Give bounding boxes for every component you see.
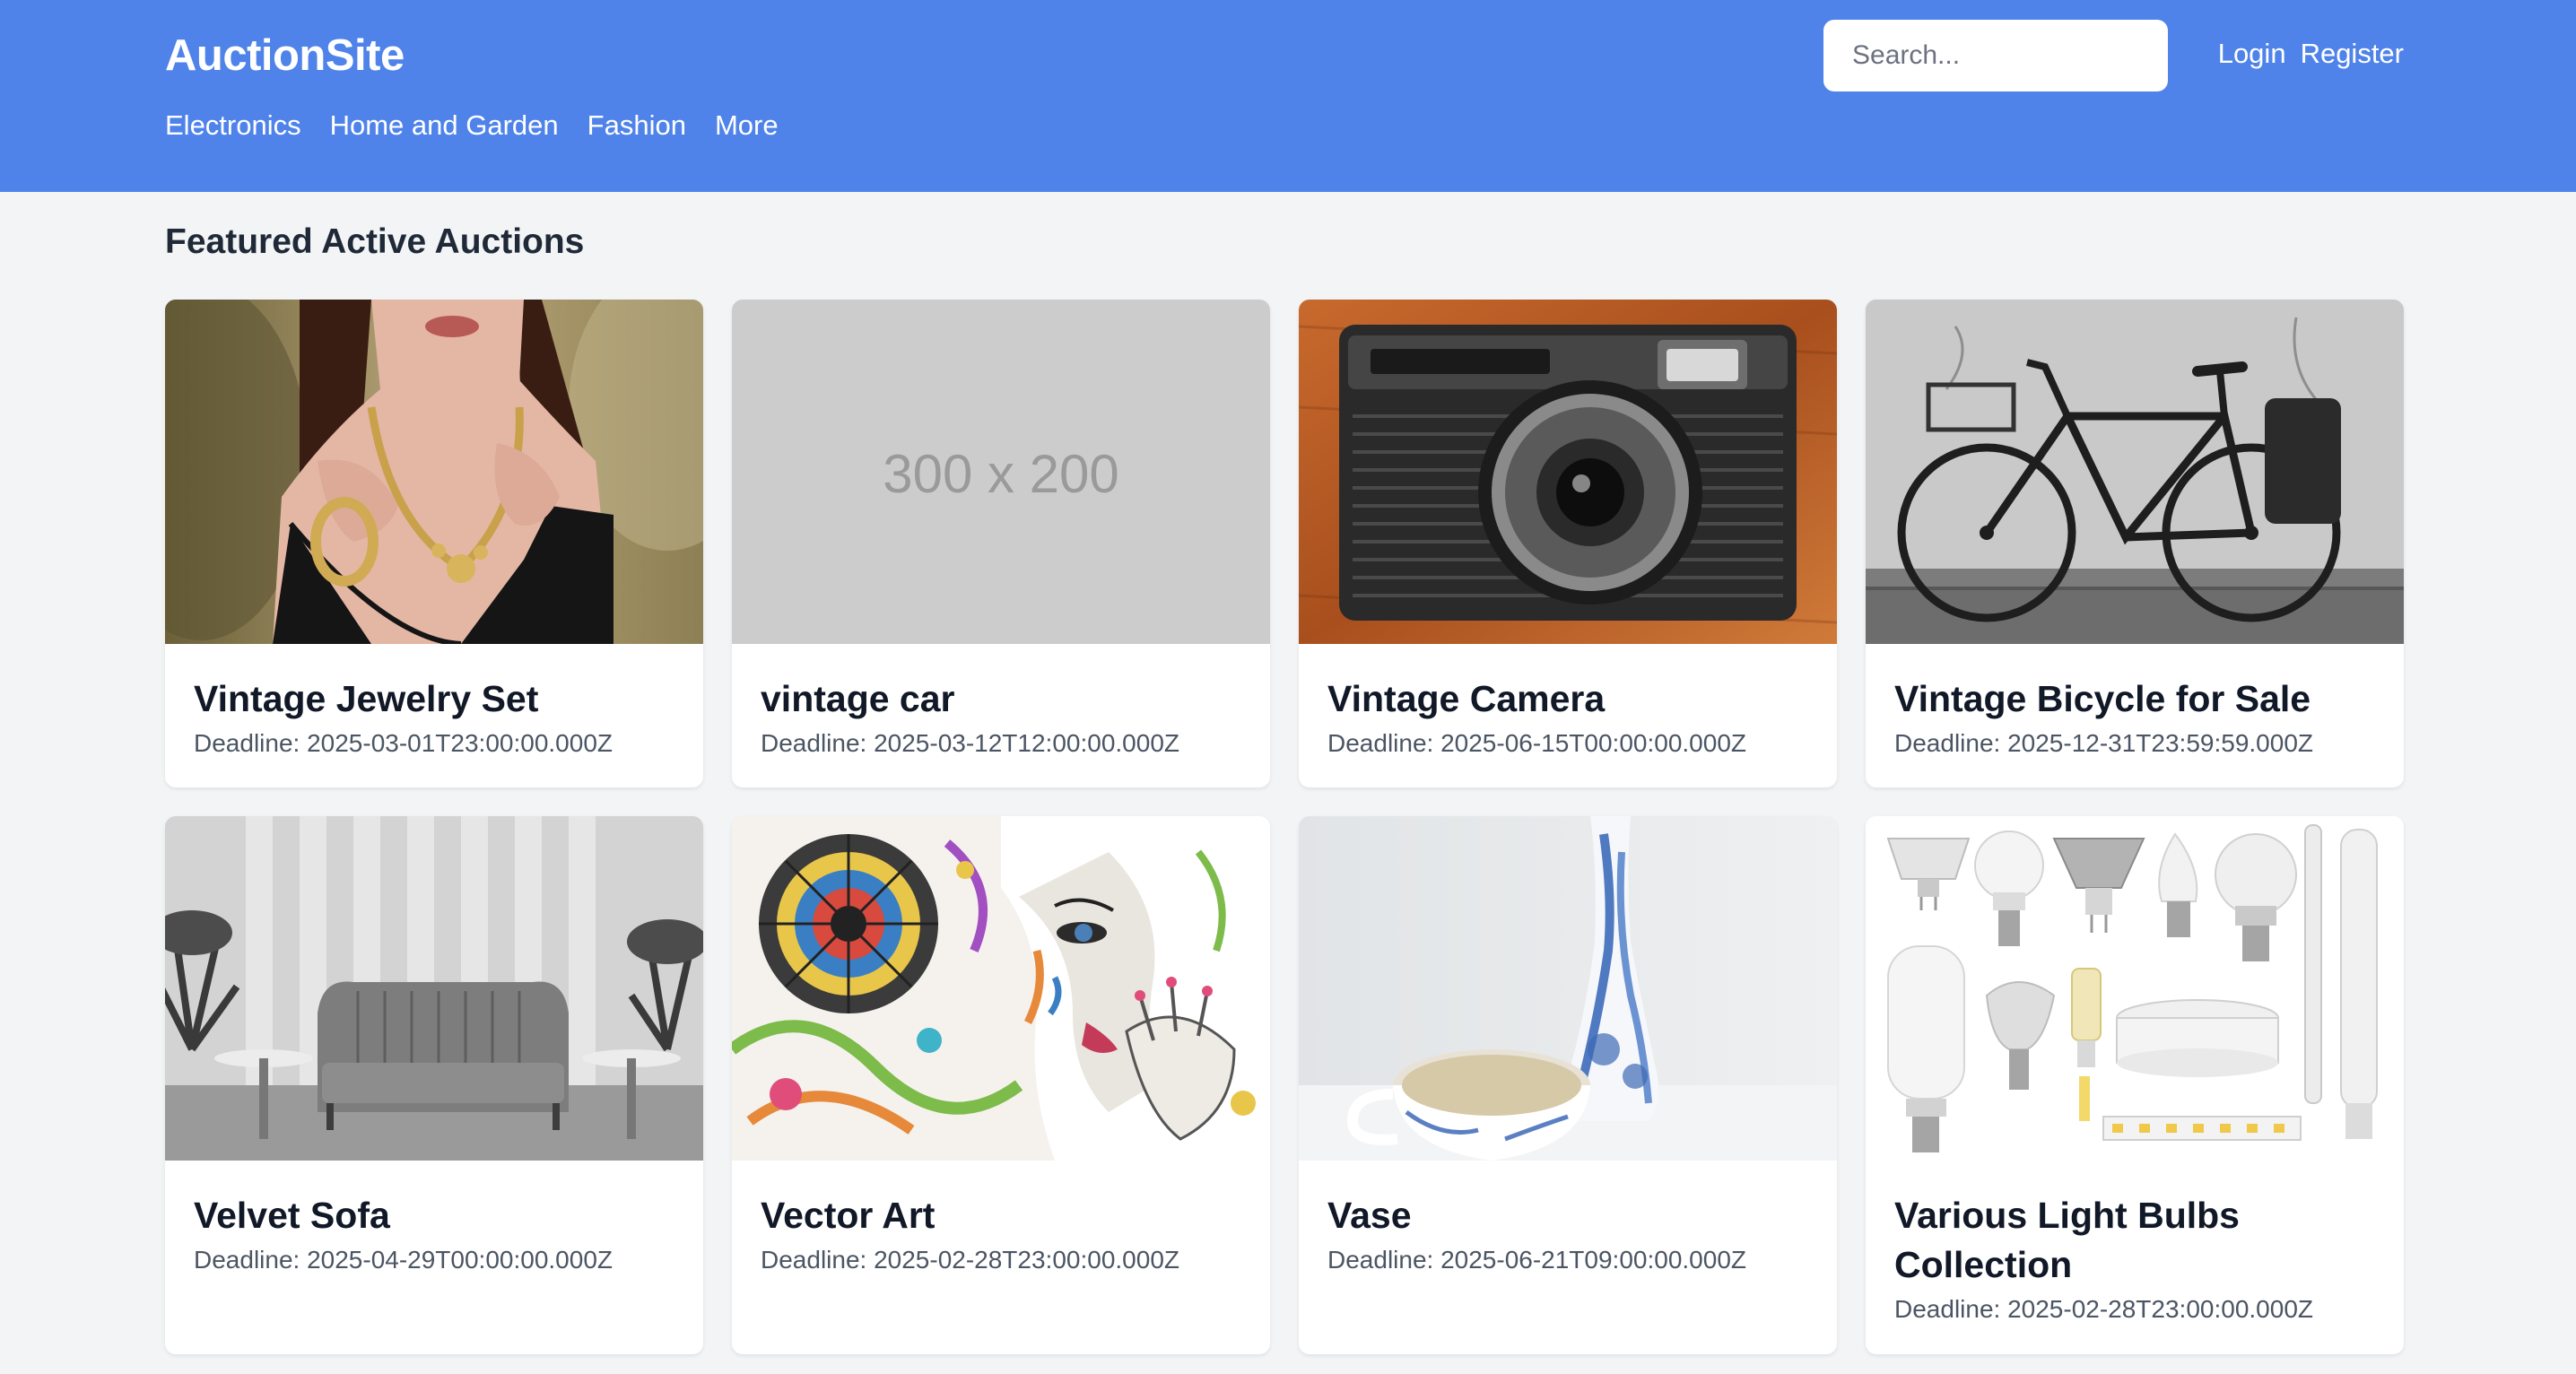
auction-card[interactable]: Vintage Jewelry Set Deadline: 2025-03-01… xyxy=(165,300,703,787)
login-link[interactable]: Login xyxy=(2218,38,2286,70)
placeholder-image: 300 x 200 xyxy=(732,300,1270,644)
site-logo[interactable]: AuctionSite xyxy=(165,30,405,81)
auction-title[interactable]: Various Light Bulbs Collection xyxy=(1894,1191,2375,1290)
auction-title[interactable]: Vector Art xyxy=(761,1191,1241,1240)
auction-card[interactable]: Vintage Bicycle for Sale Deadline: 2025-… xyxy=(1866,300,2404,787)
light-bulbs-photo xyxy=(1866,816,2404,1161)
search-input[interactable] xyxy=(1823,20,2168,91)
auction-title[interactable]: Velvet Sofa xyxy=(194,1191,674,1240)
vase-photo xyxy=(1299,816,1837,1161)
section-title: Featured Active Auctions xyxy=(165,222,585,261)
sofa-photo xyxy=(165,816,703,1161)
auction-title[interactable]: Vintage Jewelry Set xyxy=(194,674,674,724)
auction-grid: Vintage Jewelry Set Deadline: 2025-03-01… xyxy=(165,300,2405,1354)
auction-title[interactable]: Vintage Bicycle for Sale xyxy=(1894,674,2375,724)
camera-photo xyxy=(1299,300,1837,644)
auction-deadline: Deadline: 2025-06-15T00:00:00.000Z xyxy=(1327,729,1747,757)
nav-link-more[interactable]: More xyxy=(715,109,779,142)
auction-card[interactable]: Vector Art Deadline: 2025-02-28T23:00:00… xyxy=(732,816,1270,1354)
site-header: AuctionSite Electronics Home and Garden … xyxy=(0,0,2576,192)
auction-deadline: Deadline: 2025-02-28T23:00:00.000Z xyxy=(1894,1295,2314,1323)
nav-link-fashion[interactable]: Fashion xyxy=(587,109,686,142)
jewelry-photo xyxy=(165,300,703,644)
auction-deadline: Deadline: 2025-04-29T00:00:00.000Z xyxy=(194,1246,614,1274)
auction-deadline: Deadline: 2025-12-31T23:59:59.000Z xyxy=(1894,729,2314,757)
auction-title[interactable]: Vintage Camera xyxy=(1327,674,1808,724)
auction-deadline: Deadline: 2025-06-21T09:00:00.000Z xyxy=(1327,1246,1747,1274)
auction-card[interactable]: Various Light Bulbs Collection Deadline:… xyxy=(1866,816,2404,1354)
placeholder-size-label: 300 x 200 xyxy=(883,444,1119,504)
category-nav: Electronics Home and Garden Fashion More xyxy=(165,109,779,142)
auction-card[interactable]: 300 x 200 vintage car Deadline: 2025-03-… xyxy=(732,300,1270,787)
auction-card[interactable]: Velvet Sofa Deadline: 2025-04-29T00:00:0… xyxy=(165,816,703,1354)
auction-card[interactable]: Vintage Camera Deadline: 2025-06-15T00:0… xyxy=(1299,300,1837,787)
nav-link-electronics[interactable]: Electronics xyxy=(165,109,301,142)
auction-card[interactable]: Vase Deadline: 2025-06-21T09:00:00.000Z xyxy=(1299,816,1837,1354)
auction-deadline: Deadline: 2025-03-01T23:00:00.000Z xyxy=(194,729,614,757)
auth-links: Login Register xyxy=(2218,38,2404,70)
auction-title[interactable]: Vase xyxy=(1327,1191,1808,1240)
register-link[interactable]: Register xyxy=(2301,38,2404,70)
auction-deadline: Deadline: 2025-02-28T23:00:00.000Z xyxy=(761,1246,1180,1274)
vector-art-image xyxy=(732,816,1270,1161)
bicycle-photo xyxy=(1866,300,2404,644)
auction-title[interactable]: vintage car xyxy=(761,674,1241,724)
auction-deadline: Deadline: 2025-03-12T12:00:00.000Z xyxy=(761,729,1180,757)
nav-link-home-and-garden[interactable]: Home and Garden xyxy=(330,109,559,142)
